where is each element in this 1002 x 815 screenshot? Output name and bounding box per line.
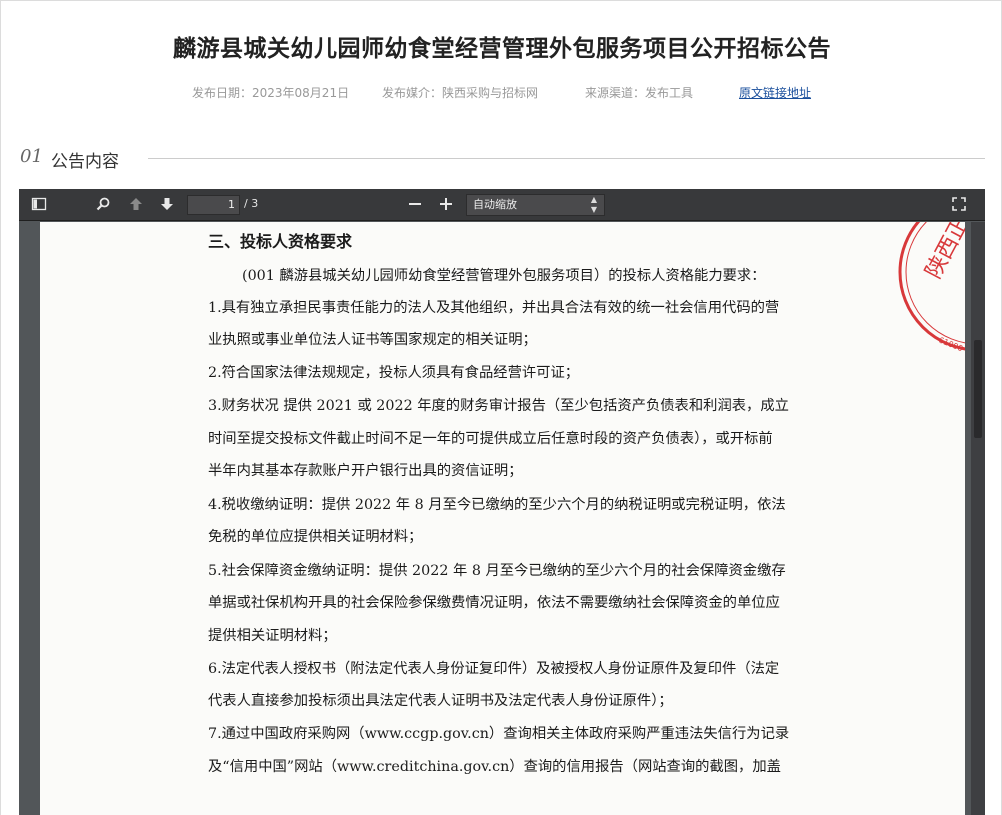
sidebar-toggle-icon[interactable] bbox=[30, 196, 48, 214]
zoom-out-icon[interactable] bbox=[406, 196, 424, 214]
page-number-input[interactable]: 1 bbox=[187, 195, 240, 215]
document-line: 3.财务状况 提供 2021 或 2022 年度的财务审计报告（至少包括资产负债… bbox=[208, 398, 789, 414]
company-seal: 陕西正邦 61000 bbox=[898, 222, 965, 353]
document-line: 1.具有独立承担民事责任能力的法人及其他组织，并出具合法有效的统一社会信用代码的… bbox=[208, 300, 780, 316]
document-line: (001 麟游县城关幼儿园师幼食堂经营管理外包服务项目）的投标人资格能力要求： bbox=[242, 268, 766, 284]
section-header: 01 公告内容 bbox=[20, 146, 985, 172]
source-channel: 来源渠道：发布工具 bbox=[585, 86, 694, 100]
pdf-viewer: 1 / 3 自动缩放 ▲ ▼ 三、投标人资格要求 (001 麟游县城关幼儿园师幼食… bbox=[19, 189, 985, 815]
page-title: 麟游县城关幼儿园师幼食堂经营管理外包服务项目公开招标公告 bbox=[173, 36, 831, 62]
next-page-icon[interactable] bbox=[158, 196, 176, 214]
scrollbar-thumb[interactable] bbox=[974, 340, 982, 438]
document-line: 提供相关证明材料； bbox=[208, 628, 337, 644]
page-total: / 3 bbox=[244, 197, 259, 210]
document-line: 6.法定代表人授权书（附法定代表人身份证复印件）及被授权人身份证原件及复印件（法… bbox=[208, 661, 780, 677]
document-line: 7.通过中国政府采购网（www.ccgp.gov.cn）查询相关主体政府采购严重… bbox=[208, 726, 790, 742]
document-line: 时间至提交投标文件截止时间不足一年的可提供成立后任意时段的资产负债表），或开标前 bbox=[208, 431, 773, 447]
vertical-scrollbar[interactable] bbox=[971, 222, 985, 815]
zoom-in-icon[interactable] bbox=[437, 196, 455, 214]
document-line: 业执照或事业单位法人证书等国家规定的相关证明； bbox=[208, 332, 537, 348]
section-label: 公告内容 bbox=[51, 152, 119, 172]
zoom-select[interactable]: 自动缩放 ▲ ▼ bbox=[466, 194, 605, 216]
original-link[interactable]: 原文链接地址 bbox=[739, 84, 811, 101]
pdf-page: 三、投标人资格要求 (001 麟游县城关幼儿园师幼食堂经营管理外包服务项目）的投… bbox=[40, 222, 965, 815]
chevron-updown-icon: ▲ ▼ bbox=[590, 195, 597, 214]
fullscreen-icon[interactable] bbox=[950, 196, 968, 214]
publish-date: 发布日期：2023年08月21日 bbox=[192, 86, 350, 100]
previous-page-icon[interactable] bbox=[127, 196, 145, 214]
document-line: 2.符合国家法律法规规定，投标人须具有食品经营许可证； bbox=[208, 365, 580, 381]
seal-text: 陕西正邦 bbox=[921, 222, 965, 283]
publish-media: 发布媒介：陕西采购与招标网 bbox=[382, 86, 539, 100]
search-icon[interactable] bbox=[94, 196, 112, 214]
section-divider bbox=[148, 158, 985, 159]
document-line: 代表人直接参加投标须出具法定代表人证明书及法定代表人身份证原件）； bbox=[208, 693, 673, 709]
document-line: 半年内其基本存款账户开户银行出具的资信证明； bbox=[208, 463, 523, 479]
document-line: 4.税收缴纳证明：提供 2022 年 8 月至今已缴纳的至少六个月的纳税证明或完… bbox=[208, 497, 786, 513]
document-line: 及“信用中国”网站（www.creditchina.gov.cn）查询的信用报告… bbox=[208, 759, 781, 775]
page-frame: 麟游县城关幼儿园师幼食堂经营管理外包服务项目公开招标公告 发布日期：2023年0… bbox=[0, 0, 1002, 815]
document-line: 5.社会保障资金缴纳证明：提供 2022 年 8 月至今已缴纳的至少六个月的社会… bbox=[208, 563, 786, 579]
document-heading: 三、投标人资格要求 bbox=[208, 232, 353, 251]
document-line: 免税的单位应提供相关证明材料； bbox=[208, 529, 423, 545]
document-line: 单据或社保机构开具的社会保险参保缴费情况证明，依法不需要缴纳社会保障资金的单位应 bbox=[208, 595, 780, 611]
section-number: 01 bbox=[20, 146, 43, 167]
zoom-select-value: 自动缩放 bbox=[473, 198, 517, 211]
pdf-toolbar: 1 / 3 自动缩放 ▲ ▼ bbox=[19, 189, 985, 221]
